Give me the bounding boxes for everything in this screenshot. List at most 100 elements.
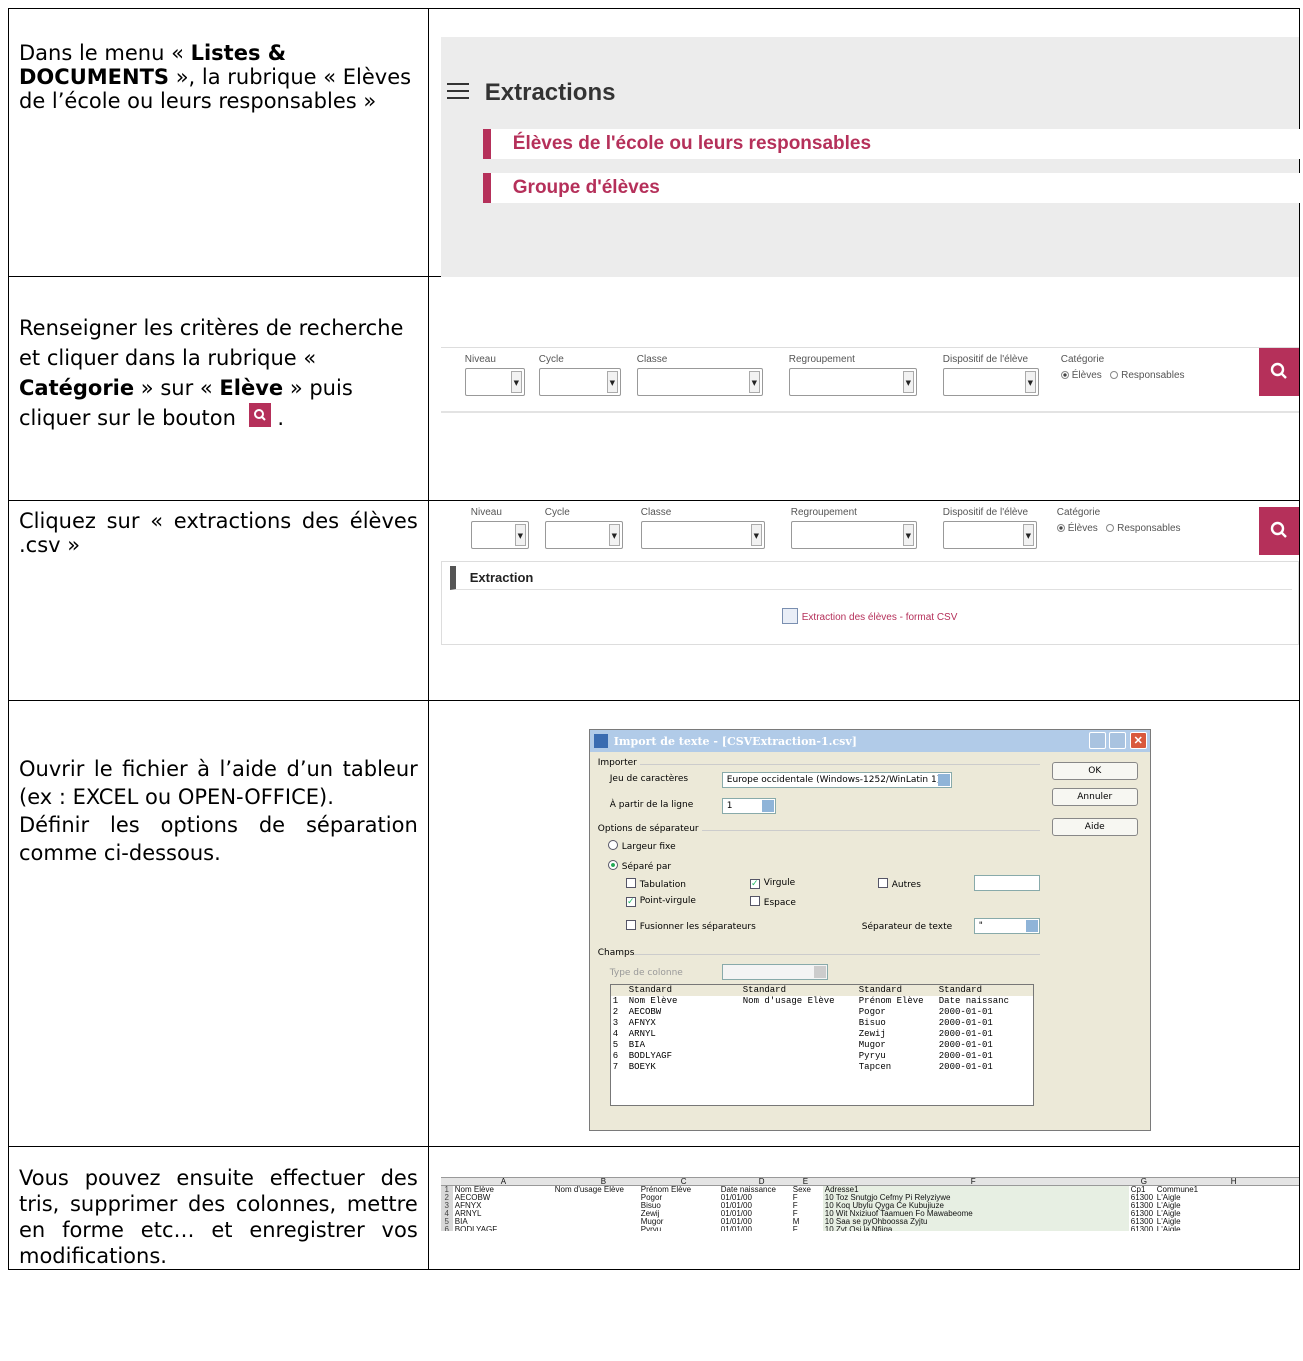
search-button[interactable] — [1259, 507, 1299, 555]
grid-row: 4 ARNYL Zewij 2000-01-01 — [611, 1029, 1033, 1040]
radio-eleves[interactable] — [1056, 524, 1065, 532]
search-icon — [1270, 362, 1287, 379]
other-input[interactable] — [973, 875, 1040, 891]
semicolon-option[interactable]: ✓ Point-virgule — [625, 896, 696, 907]
sheet-cell[interactable]: L'Aigle — [1157, 1226, 1181, 1232]
grid-row: 3 AFNYX Bisuo 2000-01-01 — [611, 1018, 1033, 1029]
grid-cell: Tapcen — [858, 1062, 892, 1072]
categorie-label: Catégorie — [1060, 354, 1105, 365]
checkbox-space[interactable] — [749, 896, 760, 906]
grid-cell: 2000-01-01 — [938, 1051, 993, 1061]
grid-row: 5 BIA Mugor 2000-01-01 — [611, 1040, 1033, 1051]
cancel-button[interactable]: Annuler — [1051, 788, 1138, 806]
menu-icon[interactable] — [446, 83, 469, 99]
extraction-csv-link[interactable]: Extraction des élèves - format CSV — [781, 608, 957, 624]
grid-type-3[interactable]: Standard — [859, 985, 902, 996]
grid-row: 6 BODLYAGF Pyryu 2000-01-01 — [611, 1051, 1033, 1062]
tab-label: Tabulation — [639, 880, 686, 890]
sheet-cell[interactable]: 01/01/00 — [721, 1226, 752, 1232]
dispositif-select[interactable]: ▼ — [942, 368, 1039, 396]
importer-group-label: Importer — [597, 758, 637, 768]
grid-cell: Prénom Elève — [858, 996, 924, 1006]
regroupement-select[interactable]: ▼ — [790, 521, 917, 549]
step-row-1: Dans le menu « Listes & DOCUMENTS », la … — [8, 8, 1303, 277]
divider — [701, 830, 1040, 831]
sheet-cell[interactable]: Pyryu — [641, 1226, 661, 1232]
step-row-5: Vous pouvez ensuite effectuer des tris, … — [8, 1146, 1301, 1270]
fixed-width-option[interactable]: Largeur fixe — [607, 840, 676, 852]
step-2-text: Renseigner les critères de recherche et … — [8, 276, 429, 501]
link-groupe-eleves[interactable]: Groupe d'élèves — [482, 173, 1303, 203]
search-button[interactable] — [1259, 348, 1299, 396]
sheet-cell[interactable]: BODLYAGF — [455, 1226, 497, 1232]
other-option[interactable]: Autres — [877, 878, 921, 890]
tab-option[interactable]: Tabulation — [625, 878, 686, 890]
ok-button[interactable]: OK — [1051, 762, 1138, 780]
step-row-2: Renseigner les critères de recherche et … — [8, 276, 1301, 501]
cycle-select[interactable]: ▼ — [538, 368, 621, 396]
grid-cell: 2000-01-01 — [938, 1029, 993, 1039]
step-2-text-bold-2: Elève — [219, 376, 284, 400]
filter-label-regroupement: Regroupement — [788, 354, 855, 365]
comma-option[interactable]: ✓ Virgule — [749, 878, 796, 889]
radio-fixed-width[interactable] — [607, 840, 618, 850]
grid-type-1[interactable]: Standard — [629, 985, 672, 996]
grid-type-2[interactable]: Standard — [743, 985, 786, 996]
radio-responsables[interactable] — [1110, 371, 1119, 379]
text-separator-select[interactable]: " — [973, 918, 1040, 934]
extractions-panel: Extractions Élèves de l'école ou leurs r… — [440, 37, 1303, 277]
grid-cell: Pyryu — [858, 1051, 886, 1061]
checkbox-other[interactable] — [877, 878, 888, 888]
classe-select[interactable]: ▼ — [640, 521, 765, 549]
comma-label: Virgule — [763, 878, 796, 888]
cycle-select[interactable]: ▼ — [544, 521, 623, 549]
grid-cell: BOEYK — [628, 1062, 656, 1072]
chevron-down-icon: ▼ — [1022, 524, 1034, 546]
from-line-label: À partir de la ligne — [609, 800, 694, 810]
charset-select[interactable]: Europe occidentale (Windows-1252/WinLati… — [721, 772, 952, 788]
checkbox-merge[interactable] — [625, 920, 636, 930]
checkbox-semicolon[interactable]: ✓ — [625, 897, 636, 907]
preview-grid: Standard Standard Standard Standard 1 Nom… — [609, 984, 1034, 1106]
sheet-cell[interactable]: F — [793, 1226, 798, 1232]
maximize-icon[interactable] — [1108, 732, 1126, 749]
filter-label-cycle: Cycle — [538, 354, 564, 365]
niveau-select[interactable]: ▼ — [470, 521, 529, 549]
column-letter[interactable]: A — [501, 1178, 506, 1186]
link-eleves-responsables[interactable]: Élèves de l'école ou leurs responsables — [482, 129, 1303, 159]
classe-select[interactable]: ▼ — [636, 368, 763, 396]
checkbox-tab[interactable] — [625, 878, 636, 888]
sheet-cell[interactable]: 10 Zyt Osi la Nfjiga — [825, 1226, 893, 1232]
grid-type-4[interactable]: Standard — [939, 985, 982, 996]
minimize-icon[interactable] — [1088, 732, 1106, 749]
close-icon[interactable]: ✕ — [1129, 732, 1147, 749]
column-type-select[interactable] — [721, 964, 828, 980]
radio-separated-by[interactable] — [607, 860, 618, 870]
niveau-select[interactable]: ▼ — [464, 368, 525, 396]
sheet-cell[interactable]: Nom d'usage Elève — [555, 1186, 624, 1194]
checkbox-comma[interactable]: ✓ — [749, 879, 760, 889]
from-line-spinner[interactable]: 1 — [721, 798, 776, 814]
step-3-screenshot: Niveau ▼ Cycle ▼ Classe ▼ Regroupement ▼… — [427, 500, 1301, 701]
column-letter[interactable]: F — [971, 1178, 976, 1186]
dispositif-select[interactable]: ▼ — [942, 521, 1037, 549]
chevron-down-icon — [813, 966, 826, 978]
help-button[interactable]: Aide — [1051, 818, 1138, 836]
chevron-down-icon — [937, 774, 950, 786]
column-letter[interactable]: H — [1231, 1178, 1237, 1186]
merge-option[interactable]: Fusionner les séparateurs — [625, 920, 756, 932]
radio-responsables[interactable] — [1106, 524, 1115, 532]
sheet-cell[interactable]: 61300 — [1131, 1226, 1153, 1232]
radio-eleves[interactable] — [1060, 371, 1069, 379]
grid-cell: AECOBW — [628, 1007, 662, 1017]
grid-row: 7 BOEYK Tapcen 2000-01-01 — [611, 1062, 1033, 1073]
grid-type-row: Standard Standard Standard Standard — [610, 985, 1033, 996]
separated-by-option[interactable]: Séparé par — [607, 860, 671, 872]
row-number[interactable]: 6 — [440, 1226, 453, 1231]
semicolon-label: Point-virgule — [639, 896, 696, 906]
charset-label: Jeu de caractères — [609, 774, 689, 784]
categorie-radios: Élèves Responsables — [1056, 523, 1181, 534]
space-option[interactable]: Espace — [749, 896, 796, 908]
regroupement-select[interactable]: ▼ — [788, 368, 917, 396]
dialog-title: Import de texte - [CSVExtraction-1.csv] — [613, 735, 857, 748]
